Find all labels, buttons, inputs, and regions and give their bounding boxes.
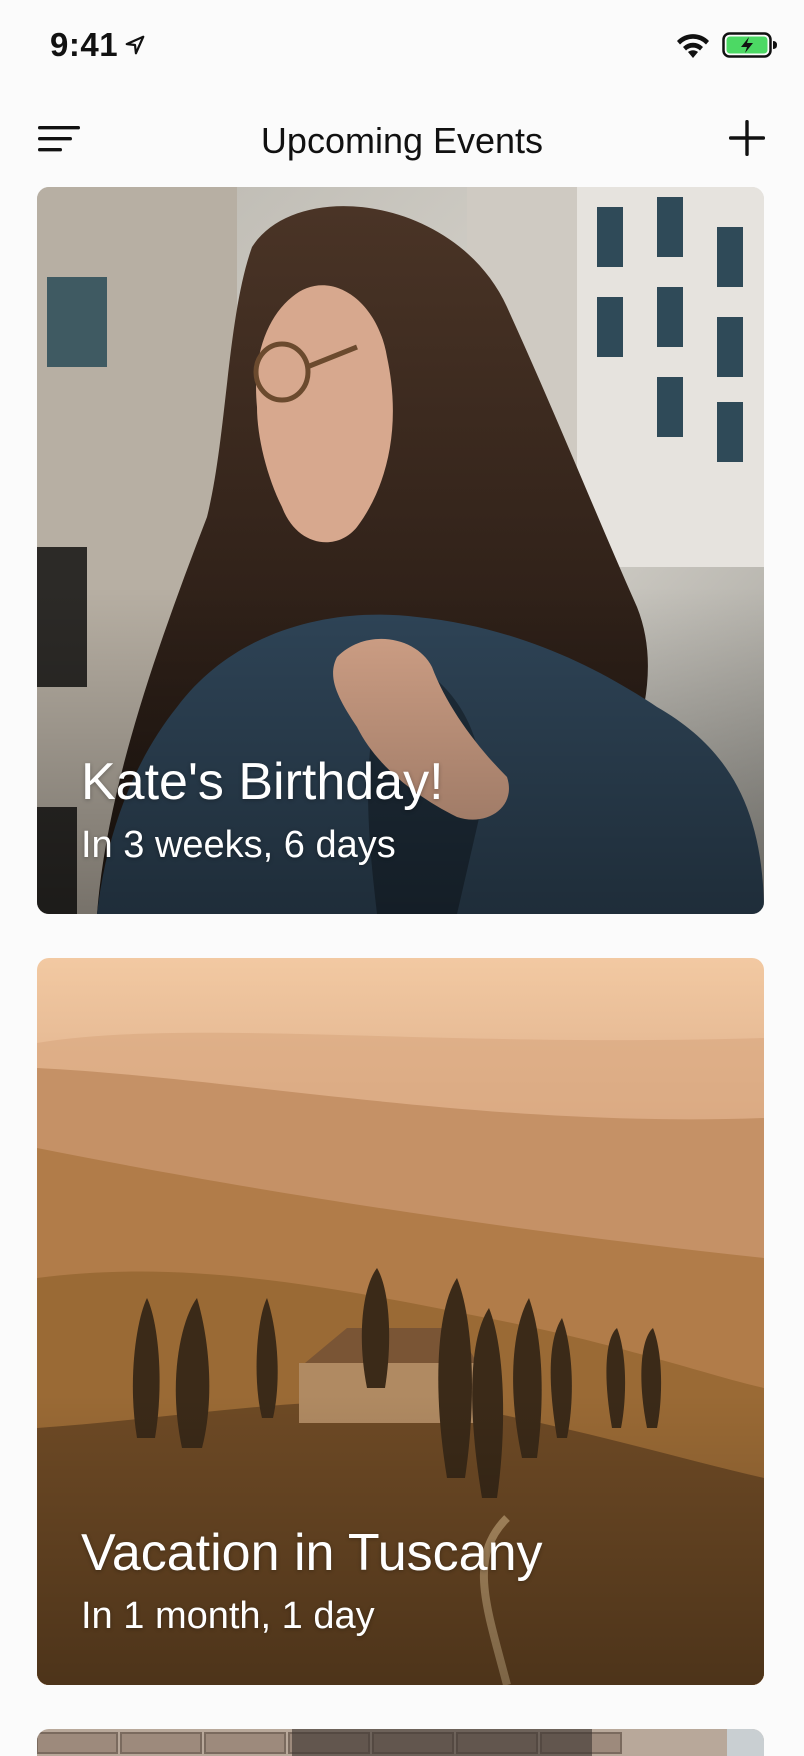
location-arrow-icon [125,35,145,55]
event-text: Vacation in Tuscany In 1 month, 1 day [81,1523,543,1641]
brick-wall-photo [37,1729,764,1756]
event-title: Vacation in Tuscany [81,1524,543,1582]
status-time: 9:41 [50,26,146,64]
time-label: 9:41 [50,26,119,63]
wifi-icon [677,34,709,58]
event-countdown: In 3 weeks, 6 days [81,824,396,866]
event-card[interactable] [37,1729,764,1756]
event-text: Kate's Birthday! In 3 weeks, 6 days [81,752,444,870]
add-icon[interactable] [727,118,767,158]
event-title: Kate's Birthday! [81,753,444,811]
navigation-bar: Upcoming Events [0,100,804,180]
battery-charging-icon [722,32,777,58]
event-card[interactable]: Vacation in Tuscany In 1 month, 1 day [37,958,764,1685]
page-title: Upcoming Events [260,120,544,161]
event-card[interactable]: Kate's Birthday! In 3 weeks, 6 days [37,187,764,914]
status-bar: 9:41 [0,0,804,90]
events-screen: 9:41 Upcoming Events Kate's Birthday! In… [0,0,804,1756]
event-countdown: In 1 month, 1 day [81,1595,375,1637]
